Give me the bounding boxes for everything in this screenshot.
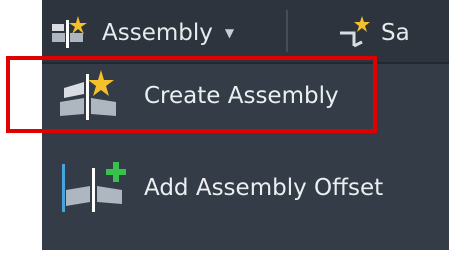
menu-item-create-assembly[interactable]: Create Assembly [56, 68, 446, 124]
create-assembly-icon [56, 68, 138, 124]
caret-down-icon: ▼ [224, 26, 235, 40]
menu-item-label: Add Assembly Offset [144, 175, 384, 201]
assembly-dropdown-button[interactable]: Assembly ▼ [50, 14, 280, 52]
add-assembly-offset-icon [56, 160, 138, 216]
subassembly-star-icon [338, 16, 372, 50]
assembly-dropdown-panel: Assembly ▼ Sa Create Assembly Add Assemb… [42, 0, 449, 250]
menu-item-add-assembly-offset[interactable]: Add Assembly Offset [56, 160, 446, 216]
assembly-star-icon [50, 16, 90, 50]
assembly-label: Assembly [102, 20, 213, 46]
menu-item-label: Create Assembly [144, 83, 339, 109]
ribbon-divider [286, 10, 288, 52]
subassembly-label: Sa [381, 20, 410, 46]
ribbon-bar: Assembly ▼ Sa [42, 0, 449, 64]
subassembly-button[interactable]: Sa [338, 14, 449, 52]
